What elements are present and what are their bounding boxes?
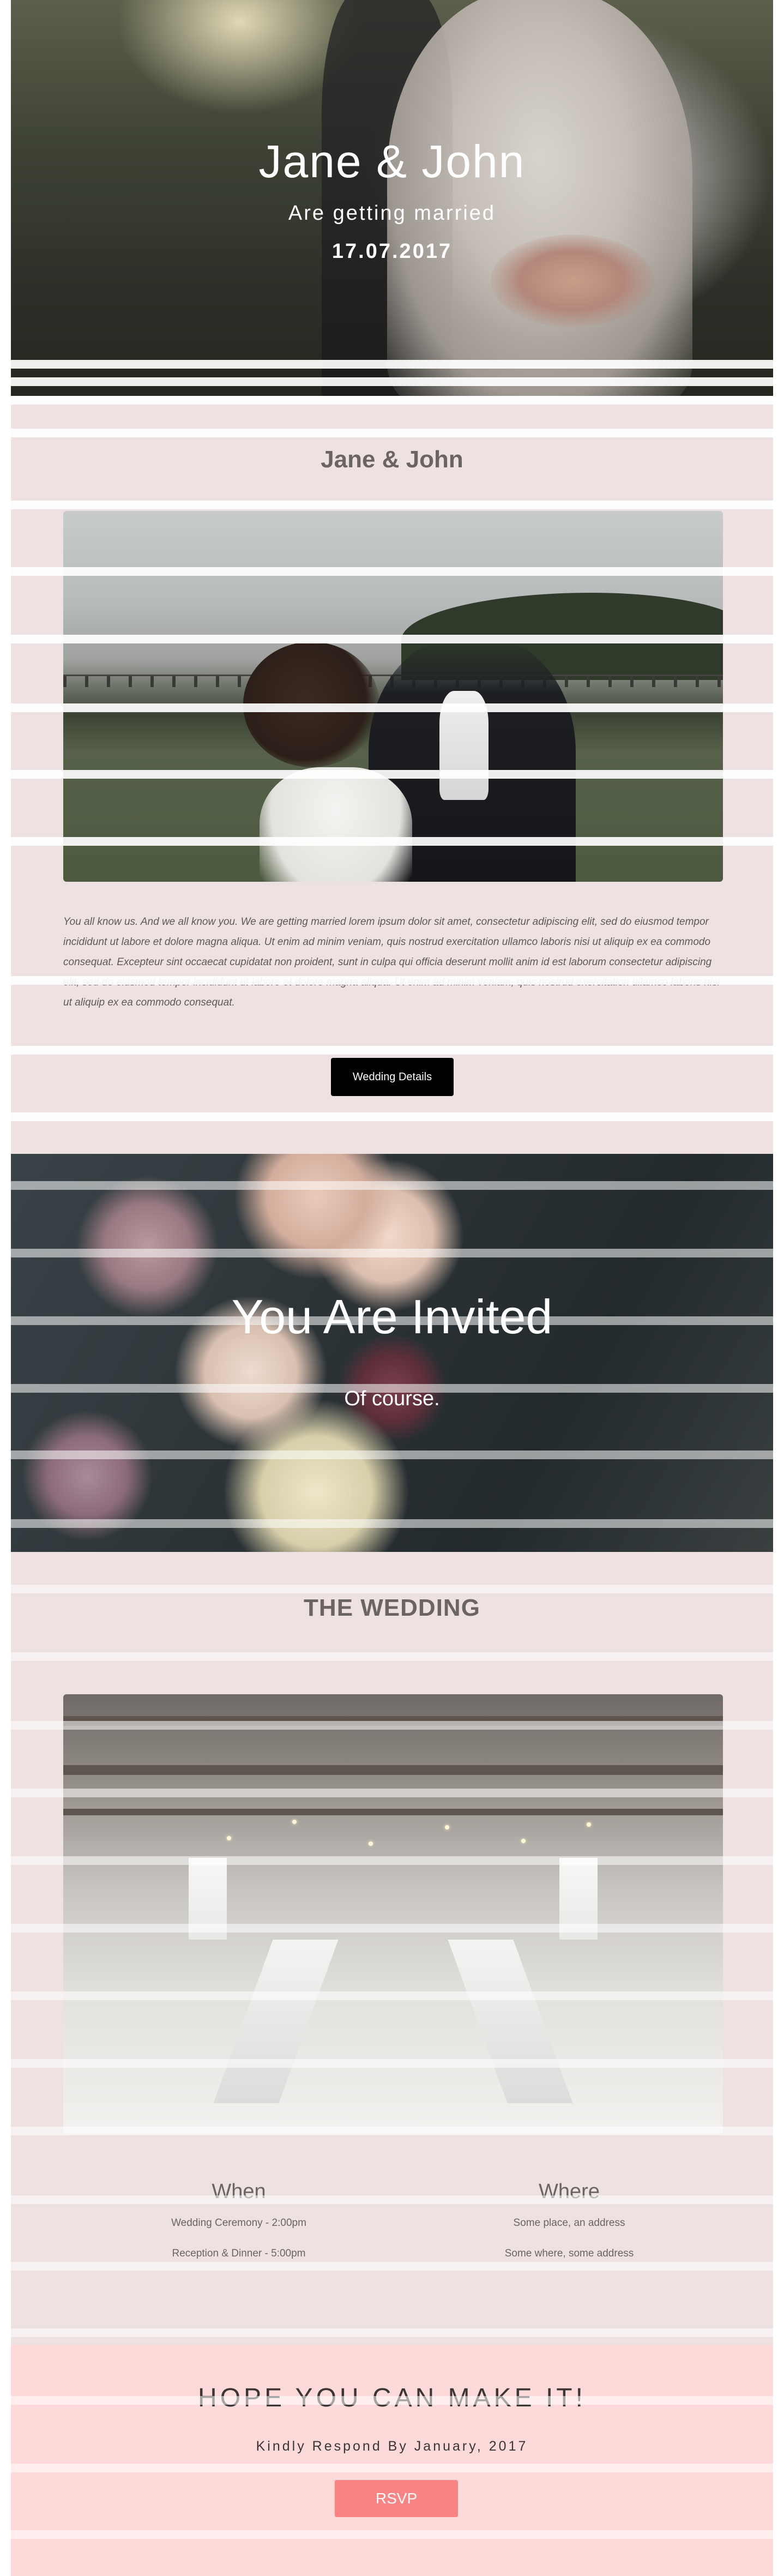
hero-subtitle: Are getting married bbox=[288, 202, 496, 225]
white-stripe bbox=[0, 2530, 784, 2539]
white-stripe bbox=[0, 501, 784, 509]
white-stripe bbox=[0, 1721, 784, 1730]
white-stripe bbox=[0, 2127, 784, 2135]
rsvp-subtitle: Kindly Respond By January, 2017 bbox=[256, 2439, 528, 2454]
white-stripe bbox=[0, 1789, 784, 1797]
white-stripe bbox=[0, 1046, 784, 1055]
wedding-page: Jane & John Are getting married 17.07.20… bbox=[11, 0, 773, 2576]
white-stripe bbox=[0, 1991, 784, 2000]
white-stripe bbox=[0, 1181, 784, 1190]
photo-bride-dress bbox=[260, 767, 412, 882]
string-light bbox=[369, 1841, 373, 1846]
white-stripe bbox=[0, 2195, 784, 2204]
white-stripe bbox=[0, 2262, 784, 2271]
white-stripe bbox=[0, 976, 784, 985]
venue-table bbox=[213, 1940, 339, 2103]
wedding-details-button[interactable]: Wedding Details bbox=[331, 1058, 454, 1096]
hero-date: 17.07.2017 bbox=[331, 240, 453, 263]
white-stripe bbox=[0, 377, 784, 386]
where-line: Some where, some address bbox=[504, 2248, 634, 2259]
white-stripe bbox=[0, 567, 784, 576]
white-stripe bbox=[0, 1112, 784, 1121]
couple-section-title: Jane & John bbox=[321, 446, 463, 473]
when-line: Reception & Dinner - 5:00pm bbox=[172, 2248, 306, 2259]
intro-paragraph: You all know us. And we all know you. We… bbox=[63, 916, 720, 1008]
white-stripe bbox=[0, 1585, 784, 1593]
white-stripe bbox=[0, 1316, 784, 1325]
white-stripe bbox=[0, 1856, 784, 1865]
white-stripe bbox=[0, 1450, 784, 1459]
string-light bbox=[587, 1822, 591, 1827]
couple-photo bbox=[63, 511, 723, 882]
string-light bbox=[521, 1839, 526, 1843]
white-stripe bbox=[0, 360, 784, 369]
when-line: Wedding Ceremony - 2:00pm bbox=[171, 2217, 306, 2229]
invited-banner bbox=[11, 1154, 773, 1552]
white-stripe bbox=[0, 1384, 784, 1393]
white-stripe bbox=[0, 396, 784, 405]
white-stripe bbox=[0, 635, 784, 643]
white-stripe bbox=[0, 2464, 784, 2472]
white-stripe bbox=[0, 770, 784, 779]
ceiling-beam bbox=[63, 1765, 723, 1775]
white-stripe bbox=[0, 1652, 784, 1661]
white-stripe bbox=[0, 1249, 784, 1257]
white-stripe bbox=[0, 837, 784, 846]
rsvp-section bbox=[11, 2345, 773, 2576]
hero-bride-dress bbox=[387, 0, 692, 396]
venue-table bbox=[448, 1940, 573, 2103]
wedding-section-title: THE WEDDING bbox=[304, 1594, 480, 1621]
white-stripe bbox=[0, 2059, 784, 2068]
white-stripe bbox=[0, 1519, 784, 1528]
string-light bbox=[445, 1825, 449, 1829]
white-stripe bbox=[0, 2328, 784, 2337]
where-line: Some place, an address bbox=[513, 2217, 625, 2229]
white-stripe bbox=[0, 2396, 784, 2405]
hero-section bbox=[11, 0, 773, 396]
white-stripe bbox=[0, 703, 784, 712]
string-light bbox=[227, 1836, 231, 1840]
white-stripe bbox=[0, 429, 784, 437]
rsvp-button[interactable]: RSVP bbox=[335, 2480, 458, 2517]
string-light bbox=[292, 1820, 297, 1824]
white-stripe bbox=[0, 1924, 784, 1933]
ceiling-beam bbox=[63, 1809, 723, 1815]
venue-photo bbox=[63, 1694, 723, 2134]
hero-title: Jane & John bbox=[258, 136, 526, 187]
